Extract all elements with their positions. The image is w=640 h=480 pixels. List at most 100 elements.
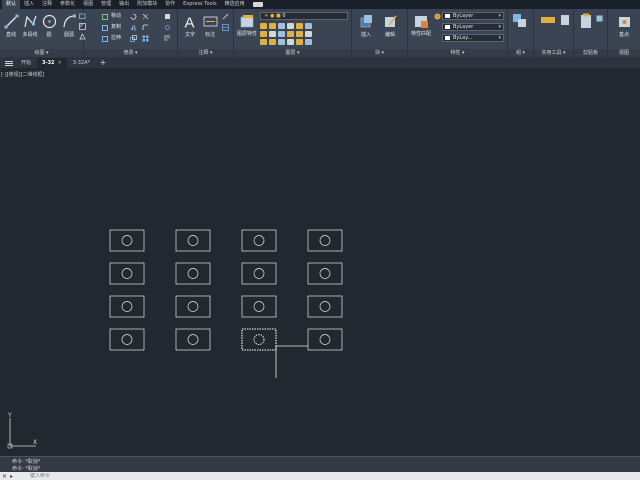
arc-button[interactable]: 圆弧 [59,12,79,47]
match-properties-button[interactable]: 特性匹配 [410,12,432,47]
close-icon[interactable]: ✕ [58,60,62,66]
annotation-panel: A 文字 标注 注释 ▾ [178,9,234,57]
block-panel-title[interactable]: 块 ▾ [352,49,407,57]
layers-panel-title[interactable]: 图层 ▾ [234,49,351,57]
table-icon[interactable] [222,24,229,31]
layer-tool-icon[interactable] [287,23,294,29]
calculator-icon[interactable] [560,14,570,26]
text-button[interactable]: A 文字 [180,12,200,47]
dimension-button[interactable]: 标注 [200,12,220,47]
groups-panel-title[interactable]: 组 ▾ [508,49,533,57]
line-label: 直线 [5,32,16,38]
tab-view[interactable]: 视图 [79,0,97,9]
tab-collaborate[interactable]: 协作 [161,0,179,9]
stretch-button[interactable]: 拉伸 [102,34,121,43]
viewport-controls[interactable]: [-][俯视][二维线框] [1,71,45,78]
erase-icon[interactable] [164,13,171,20]
move-label: 移动 [111,13,122,19]
properties-panel-title[interactable]: 特性 ▾ [408,49,507,57]
line-button[interactable]: 直线 [1,12,21,47]
tab-featured-apps[interactable]: 精选应用 [221,0,249,9]
command-prompt-icon[interactable]: ▸ [10,472,13,480]
edit-block-button[interactable]: 编辑 [380,12,400,47]
layer-tool-icon[interactable] [305,31,312,37]
color-dropdown[interactable]: ByLayer [442,12,504,20]
layer-tool-icon[interactable] [269,31,276,37]
layer-tool-icon[interactable] [305,39,312,45]
fillet-icon[interactable] [142,24,149,31]
layer-tool-icon[interactable] [278,23,285,29]
view-panel: 基点 视图 [608,9,640,57]
tab-output[interactable]: 输出 [115,0,133,9]
layers-panel: 图层特性 ☀ ● ■ 0 图层 ▾ [234,9,352,57]
rotate-icon[interactable] [130,13,137,20]
color-wheel-icon[interactable] [434,13,441,20]
stretch-label: 拉伸 [111,35,122,41]
base-point-button[interactable]: 基点 [614,12,634,47]
stretch-icon [102,36,108,42]
file-tab-3-32a[interactable]: 3-32A* [68,58,95,68]
tab-express-tools[interactable]: Express Tools [179,0,220,9]
layer-tool-icon[interactable] [260,23,267,29]
layer-tool-icon[interactable] [287,39,294,45]
layer-tool-icon[interactable] [287,31,294,37]
file-tab-3-32[interactable]: 3-32 ✕ [37,58,67,68]
move-button[interactable]: 移动 [102,12,121,21]
tab-default[interactable]: 默认 [2,0,21,9]
file-tab-start[interactable]: 开始 [16,58,36,68]
clipboard-panel-title[interactable]: 剪贴板 [574,49,607,57]
layer-tool-icon[interactable] [296,31,303,37]
layer-properties-button[interactable]: 图层特性 [236,12,258,47]
layer-tool-icon[interactable] [269,23,276,29]
trim-icon[interactable] [142,13,149,20]
layer-tools-grid[interactable] [260,23,312,45]
layer-tool-icon[interactable] [296,23,303,29]
tab-manage[interactable]: 管理 [97,0,115,9]
view-panel-title[interactable]: 视图 [608,49,640,57]
layer-tool-icon[interactable] [260,39,267,45]
layer-tool-icon[interactable] [296,39,303,45]
group-icon[interactable] [512,13,528,29]
annotation-panel-title[interactable]: 注释 ▾ [178,49,233,57]
layer-tool-icon[interactable] [269,39,276,45]
lineweight-dropdown[interactable]: ByLay... [442,34,504,42]
command-input[interactable] [30,473,230,480]
layer-dropdown[interactable]: ☀ ● ■ 0 [260,12,348,20]
file-tab-label: 3-32 [42,60,55,66]
explode-icon[interactable] [164,24,171,31]
drawing-canvas[interactable]: X Y [0,68,640,456]
copy-clip-icon[interactable] [596,15,603,22]
file-tab-bar: 开始 3-32 ✕ 3-32A* + [0,57,640,68]
layer-tool-icon[interactable] [260,31,267,37]
tab-insert[interactable]: 插入 [20,0,38,9]
circle-button[interactable]: 圆 [39,12,59,47]
ribbon-minimize-icon[interactable] [252,2,263,7]
layer-tool-icon[interactable] [278,31,285,37]
draw-panel-title[interactable]: 绘图 ▾ [0,49,83,57]
offset-icon[interactable] [164,35,171,42]
polyline-button[interactable]: 多段线 [20,12,40,47]
measure-icon[interactable] [540,14,556,26]
layer-properties-label: 图层特性 [237,31,258,37]
utilities-panel-title[interactable]: 实用工具 ▾ [534,49,573,57]
tab-addins[interactable]: 附加模块 [133,0,161,9]
scale-icon[interactable] [130,35,137,42]
close-icon[interactable]: ✕ [2,472,7,480]
leader-icon[interactable] [222,13,229,20]
layer-tool-icon[interactable] [278,39,285,45]
text-label: 文字 [184,32,195,38]
array-icon[interactable] [142,35,149,42]
polyline-icon [23,15,37,28]
insert-block-button[interactable]: 插入 [356,12,376,47]
tab-annotate[interactable]: 注释 [38,0,56,9]
menu-icon[interactable] [2,58,16,68]
tab-parametric[interactable]: 参数化 [56,0,79,9]
match-properties-icon [414,16,428,28]
mirror-icon[interactable] [130,24,137,31]
modify-panel-title[interactable]: 修改 ▾ [84,49,177,57]
paste-icon[interactable] [580,13,592,29]
linetype-dropdown[interactable]: ByLayer [442,23,504,31]
copy-button[interactable]: 复制 [102,23,121,32]
layer-tool-icon[interactable] [305,23,312,29]
new-tab-icon[interactable]: + [96,58,110,68]
